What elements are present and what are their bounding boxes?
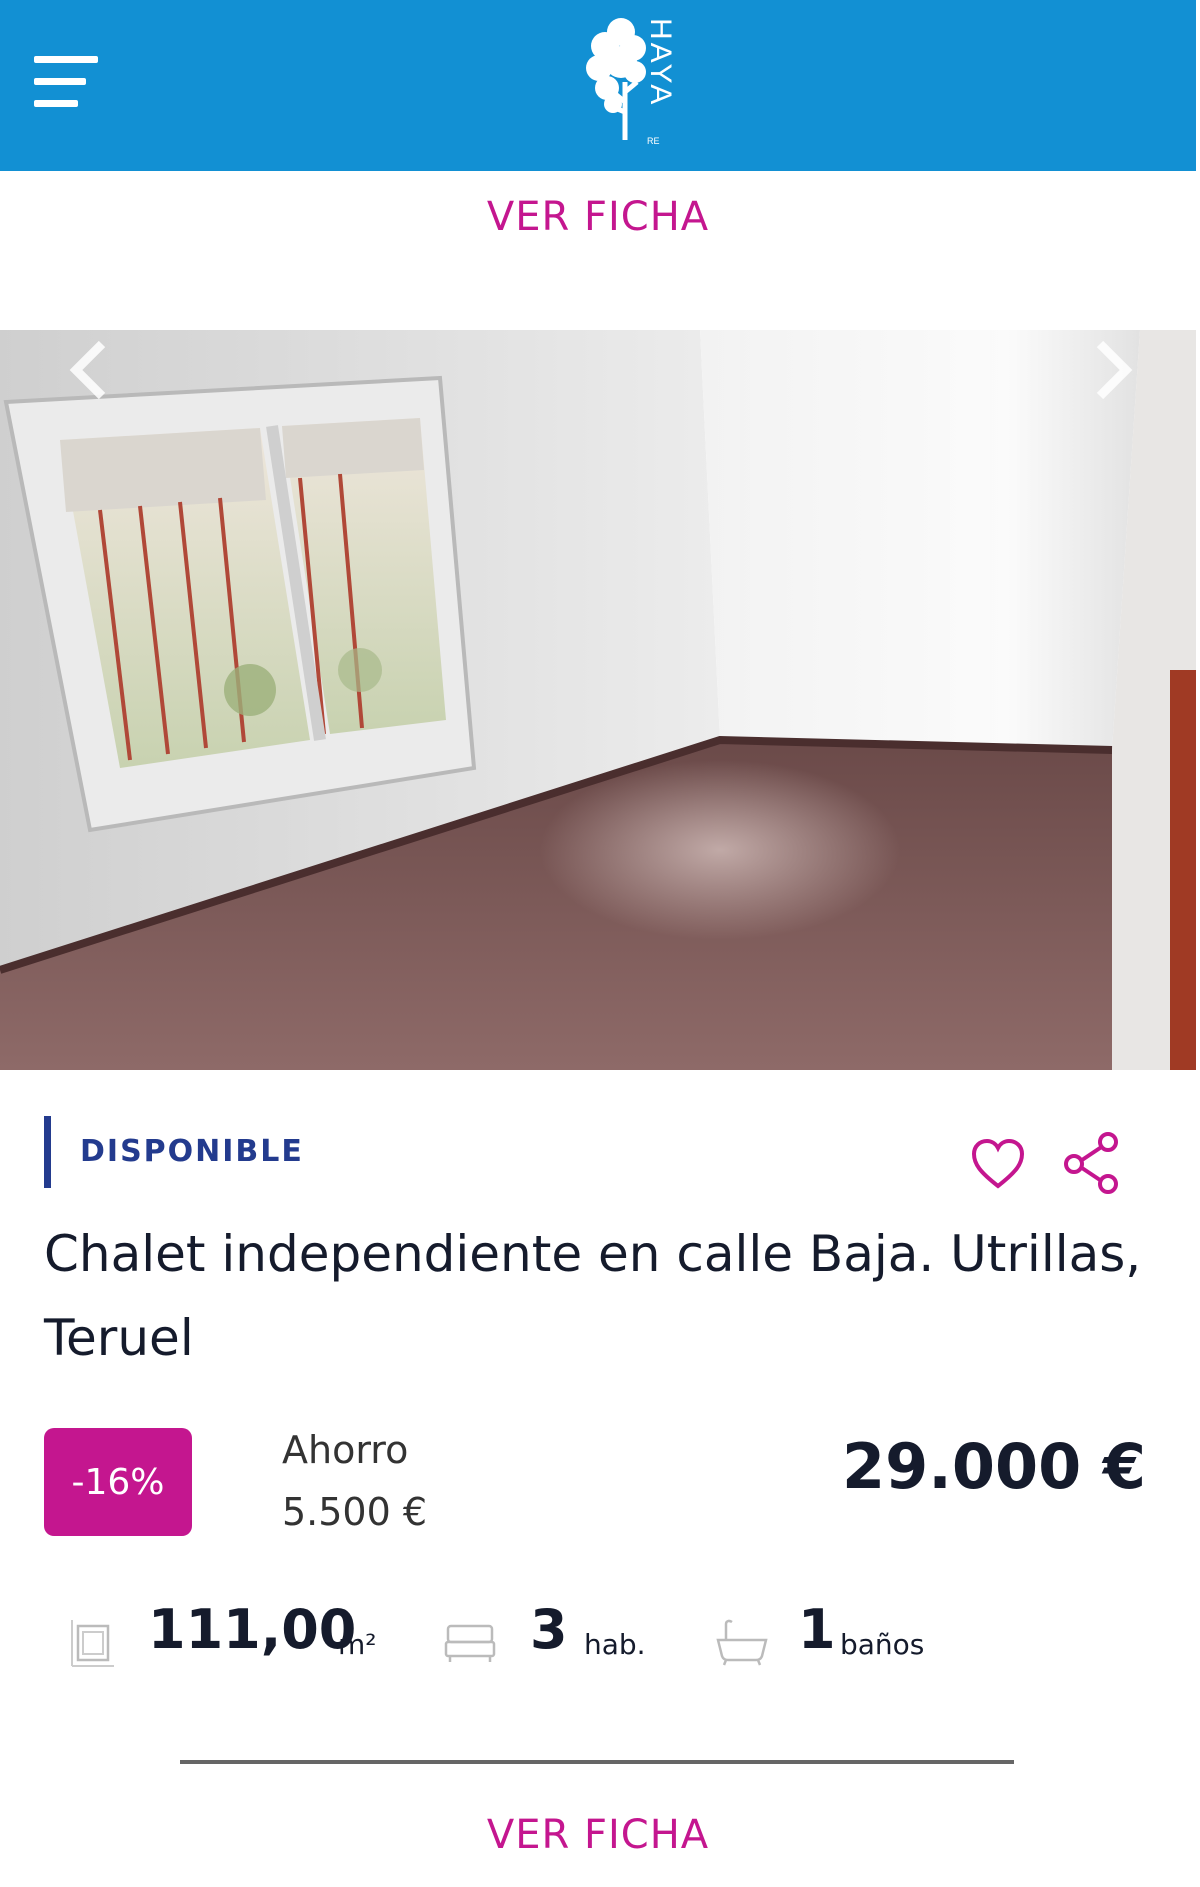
ver-ficha-link-top[interactable]: VER FICHA: [0, 194, 1196, 240]
bathtub-icon: [716, 1618, 768, 1670]
property-photo[interactable]: [0, 330, 1196, 1070]
page: HAYA RE VER FICHA DISPONIBLE Chalet inde…: [0, 0, 1200, 1887]
logo-wordmark: HAYA: [644, 18, 677, 108]
share-icon[interactable]: [1062, 1130, 1122, 1196]
rooms-unit: hab.: [584, 1628, 646, 1661]
listing-title: Chalet independiente en calle Baja. Utri…: [44, 1225, 1142, 1367]
app-header: HAYA RE: [0, 0, 1196, 171]
area-value: 111,00: [148, 1598, 357, 1661]
hamburger-menu-icon[interactable]: [34, 56, 100, 108]
baths-value: 1: [798, 1598, 836, 1661]
haya-logo[interactable]: HAYA RE: [585, 12, 677, 154]
ver-ficha-link-bottom[interactable]: VER FICHA: [0, 1812, 1196, 1858]
listing-card: HAYA RE VER FICHA DISPONIBLE Chalet inde…: [0, 0, 1196, 1887]
discount-badge: -16%: [44, 1428, 192, 1536]
savings-value: 5.500 €: [282, 1490, 428, 1534]
area-icon: [70, 1618, 116, 1672]
area-unit: m²: [338, 1628, 377, 1661]
savings-label: Ahorro: [282, 1428, 409, 1472]
divider: [180, 1760, 1014, 1764]
bed-icon: [444, 1618, 496, 1668]
rooms-value: 3: [530, 1598, 568, 1661]
price: 29.000 €: [842, 1430, 1146, 1503]
status-indicator-bar: [44, 1116, 51, 1188]
status-badge: DISPONIBLE: [80, 1134, 304, 1169]
heart-icon[interactable]: [970, 1138, 1026, 1190]
chevron-right-icon[interactable]: [1082, 330, 1142, 410]
logo-subtext: RE: [647, 136, 660, 146]
room-image: [0, 330, 1196, 1070]
baths-unit: baños: [840, 1628, 925, 1661]
chevron-left-icon[interactable]: [60, 330, 120, 410]
